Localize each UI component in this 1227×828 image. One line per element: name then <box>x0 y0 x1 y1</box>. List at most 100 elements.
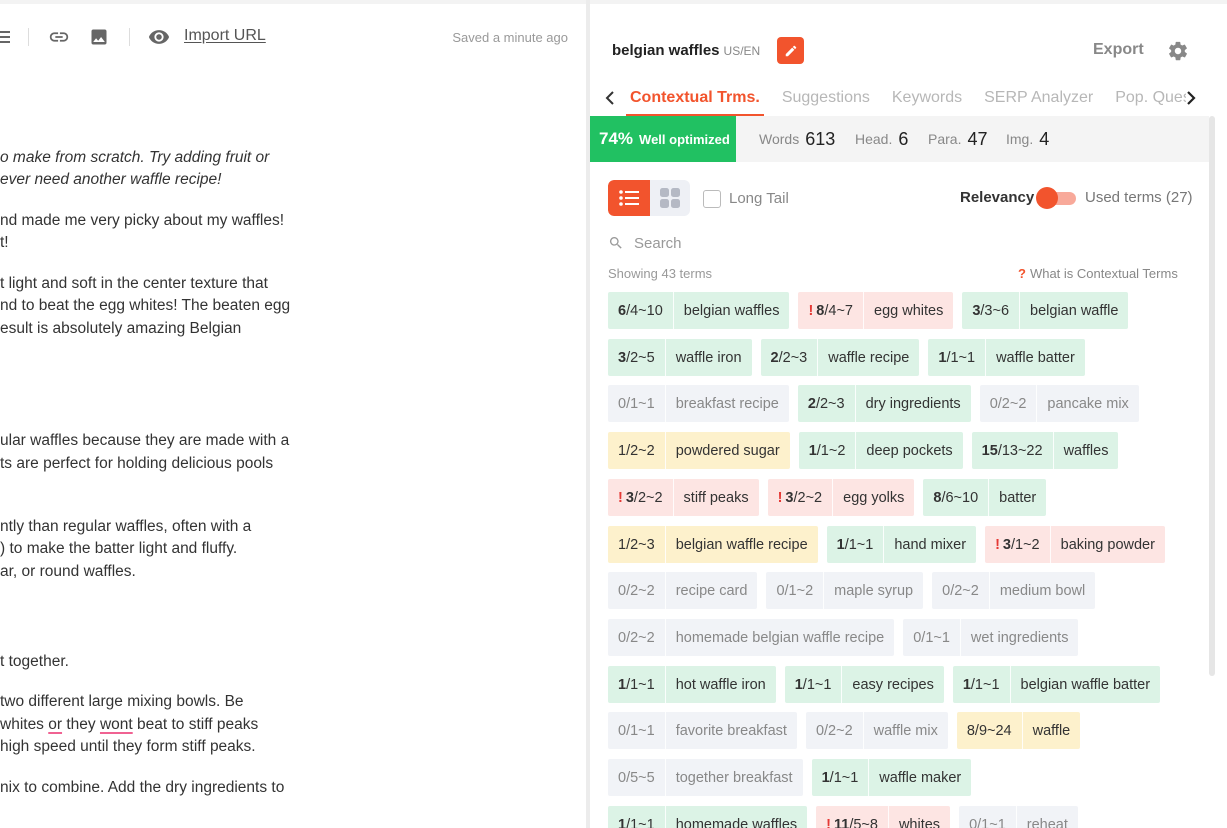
term-chip[interactable]: 0/1~1 wet ingredients <box>903 619 1079 656</box>
term-range: /1~1 <box>829 769 859 786</box>
term-count: 0/2~2 <box>806 712 863 749</box>
list-view-button[interactable] <box>608 180 650 216</box>
grid-view-button[interactable] <box>650 180 690 216</box>
stat-value: 4 <box>1039 128 1050 149</box>
term-range: /5~5 <box>626 769 655 786</box>
search-input[interactable] <box>634 234 1034 252</box>
stat-paragraphs: Para. 47 <box>928 116 988 162</box>
term-count: ! 11/5~8 <box>816 806 888 828</box>
term-chip[interactable]: 1/2~3 belgian waffle recipe <box>608 526 818 563</box>
tab-serp-analyzer[interactable]: SERP Analyzer <box>980 80 1097 116</box>
term-range: /2~2 <box>626 442 655 459</box>
term-chip[interactable]: 0/2~2 pancake mix <box>979 385 1139 422</box>
editor-line: t! <box>0 234 9 251</box>
term-name: together breakfast <box>675 769 793 786</box>
chevron-left-icon[interactable] <box>600 87 620 109</box>
term-count: 0/1~2 <box>766 572 823 609</box>
term-chip[interactable]: 1/1~1 waffle maker <box>811 759 972 796</box>
editor-line: ular waffles because they are made with … <box>0 432 290 449</box>
term-chip[interactable]: 1/1~1 belgian waffle batter <box>952 666 1161 703</box>
tab-contextual-terms[interactable]: Contextual Trms. <box>626 80 764 116</box>
term-used-count: 15 <box>981 442 998 459</box>
export-button[interactable]: Export <box>1093 41 1144 59</box>
long-tail-checkbox[interactable] <box>703 190 721 208</box>
term-chip[interactable]: 1/1~1 easy recipes <box>784 666 944 703</box>
term-chip[interactable]: 3/3~6 belgian waffle <box>962 292 1129 329</box>
editor-line: high speed until they form stiff peaks. <box>0 738 256 755</box>
term-used-count: 2 <box>807 395 816 412</box>
term-chip[interactable]: 0/1~1 breakfast recipe <box>608 385 789 422</box>
term-chip[interactable]: 1/1~1 hand mixer <box>826 526 977 563</box>
tab-popular-questions[interactable]: Pop. Questions <box>1111 80 1186 116</box>
image-icon[interactable] <box>89 26 109 48</box>
term-count: 0/1~1 <box>903 619 960 656</box>
term-chip[interactable]: 8/6~10 batter <box>923 479 1047 516</box>
term-chip[interactable]: 1/1~1 hot waffle iron <box>608 666 776 703</box>
tab-keywords[interactable]: Keywords <box>888 80 966 116</box>
gear-icon[interactable] <box>1167 40 1189 67</box>
overuse-warning-icon: ! <box>995 536 1000 553</box>
link-icon[interactable] <box>48 26 70 48</box>
term-used-count: 0 <box>618 395 627 412</box>
term-chip[interactable]: 0/2~2 homemade belgian waffle recipe <box>608 619 895 656</box>
term-count: 1/1~2 <box>799 432 856 469</box>
term-chip[interactable]: 0/1~2 maple syrup <box>766 572 924 609</box>
term-name: batter <box>999 489 1037 506</box>
panel-scrollbar[interactable] <box>1209 116 1215 676</box>
term-name: egg whites <box>874 302 944 319</box>
term-chip[interactable]: 0/5~5 together breakfast <box>608 759 803 796</box>
editor-line: t together. <box>0 653 69 670</box>
term-chip[interactable]: ! 3/1~2 baking powder <box>985 526 1165 563</box>
term-used-count: 8 <box>816 302 825 319</box>
term-chip[interactable]: 0/2~2 medium bowl <box>932 572 1096 609</box>
term-name: waffles <box>1063 442 1109 459</box>
term-chip[interactable]: ! 3/2~2 stiff peaks <box>608 479 759 516</box>
term-name: belgian waffle recipe <box>675 536 808 553</box>
term-chip[interactable]: ! 11/5~8 whites <box>816 806 951 828</box>
term-chip[interactable]: 0/2~2 recipe card <box>608 572 758 609</box>
eye-icon[interactable] <box>148 26 170 48</box>
term-used-count: 0 <box>618 769 627 786</box>
term-chip[interactable]: 1/1~2 deep pockets <box>798 432 963 469</box>
term-chip[interactable]: 0/2~2 waffle mix <box>805 712 948 749</box>
term-range: /4~10 <box>626 302 663 319</box>
spelling-error[interactable]: or <box>48 716 62 733</box>
term-used-count: 0 <box>989 395 998 412</box>
term-chip[interactable]: 1/2~2 powdered sugar <box>608 432 790 469</box>
list-icon[interactable] <box>0 26 10 48</box>
term-chip[interactable]: 8/9~24 waffle <box>956 712 1081 749</box>
term-name: waffle <box>1032 722 1071 739</box>
term-chip[interactable]: 3/2~5 waffle iron <box>608 339 752 376</box>
term-name: deep pockets <box>866 442 953 459</box>
term-name: hot waffle iron <box>675 676 766 693</box>
term-chip[interactable]: 1/1~1 homemade waffles <box>608 806 808 828</box>
term-count: 8/6~10 <box>923 479 988 516</box>
term-chip[interactable]: 1/1~1 waffle batter <box>928 339 1085 376</box>
term-range: /2~3 <box>815 395 845 412</box>
term-name: easy recipes <box>852 676 934 693</box>
overuse-warning-icon: ! <box>618 489 623 506</box>
term-chip[interactable]: ! 8/4~7 egg whites <box>798 292 954 329</box>
term-chip[interactable]: 15/13~22 waffles <box>971 432 1119 469</box>
used-terms-label: Used terms (27) <box>1085 189 1193 206</box>
import-url-link[interactable]: Import URL <box>184 27 266 45</box>
chevron-right-icon[interactable] <box>1181 87 1201 109</box>
term-chip[interactable]: ! 3/2~2 egg yolks <box>767 479 915 516</box>
overuse-warning-icon: ! <box>777 489 783 506</box>
edit-keyword-button[interactable] <box>777 37 804 64</box>
term-range: /2~2 <box>824 722 853 739</box>
term-chip[interactable]: 2/2~3 dry ingredients <box>797 385 971 422</box>
term-range: /1~2 <box>784 582 814 599</box>
term-chip[interactable]: 2/2~3 waffle recipe <box>760 339 920 376</box>
tab-suggestions[interactable]: Suggestions <box>778 80 874 116</box>
spelling-error[interactable]: wont <box>100 716 133 733</box>
term-chip[interactable]: 0/1~1 favorite breakfast <box>608 712 797 749</box>
what-is-link[interactable]: ? What is Contextual Terms <box>1018 266 1178 281</box>
term-used-count: 1 <box>962 676 971 693</box>
relevancy-toggle[interactable] <box>1036 187 1076 209</box>
term-used-count: 0 <box>618 582 627 599</box>
term-name: belgian waffle <box>1030 302 1119 319</box>
term-count: ! 3/1~2 <box>985 526 1050 563</box>
term-chip[interactable]: 6/4~10 belgian waffles <box>608 292 790 329</box>
term-chip[interactable]: 0/1~1 reheat <box>959 806 1078 828</box>
